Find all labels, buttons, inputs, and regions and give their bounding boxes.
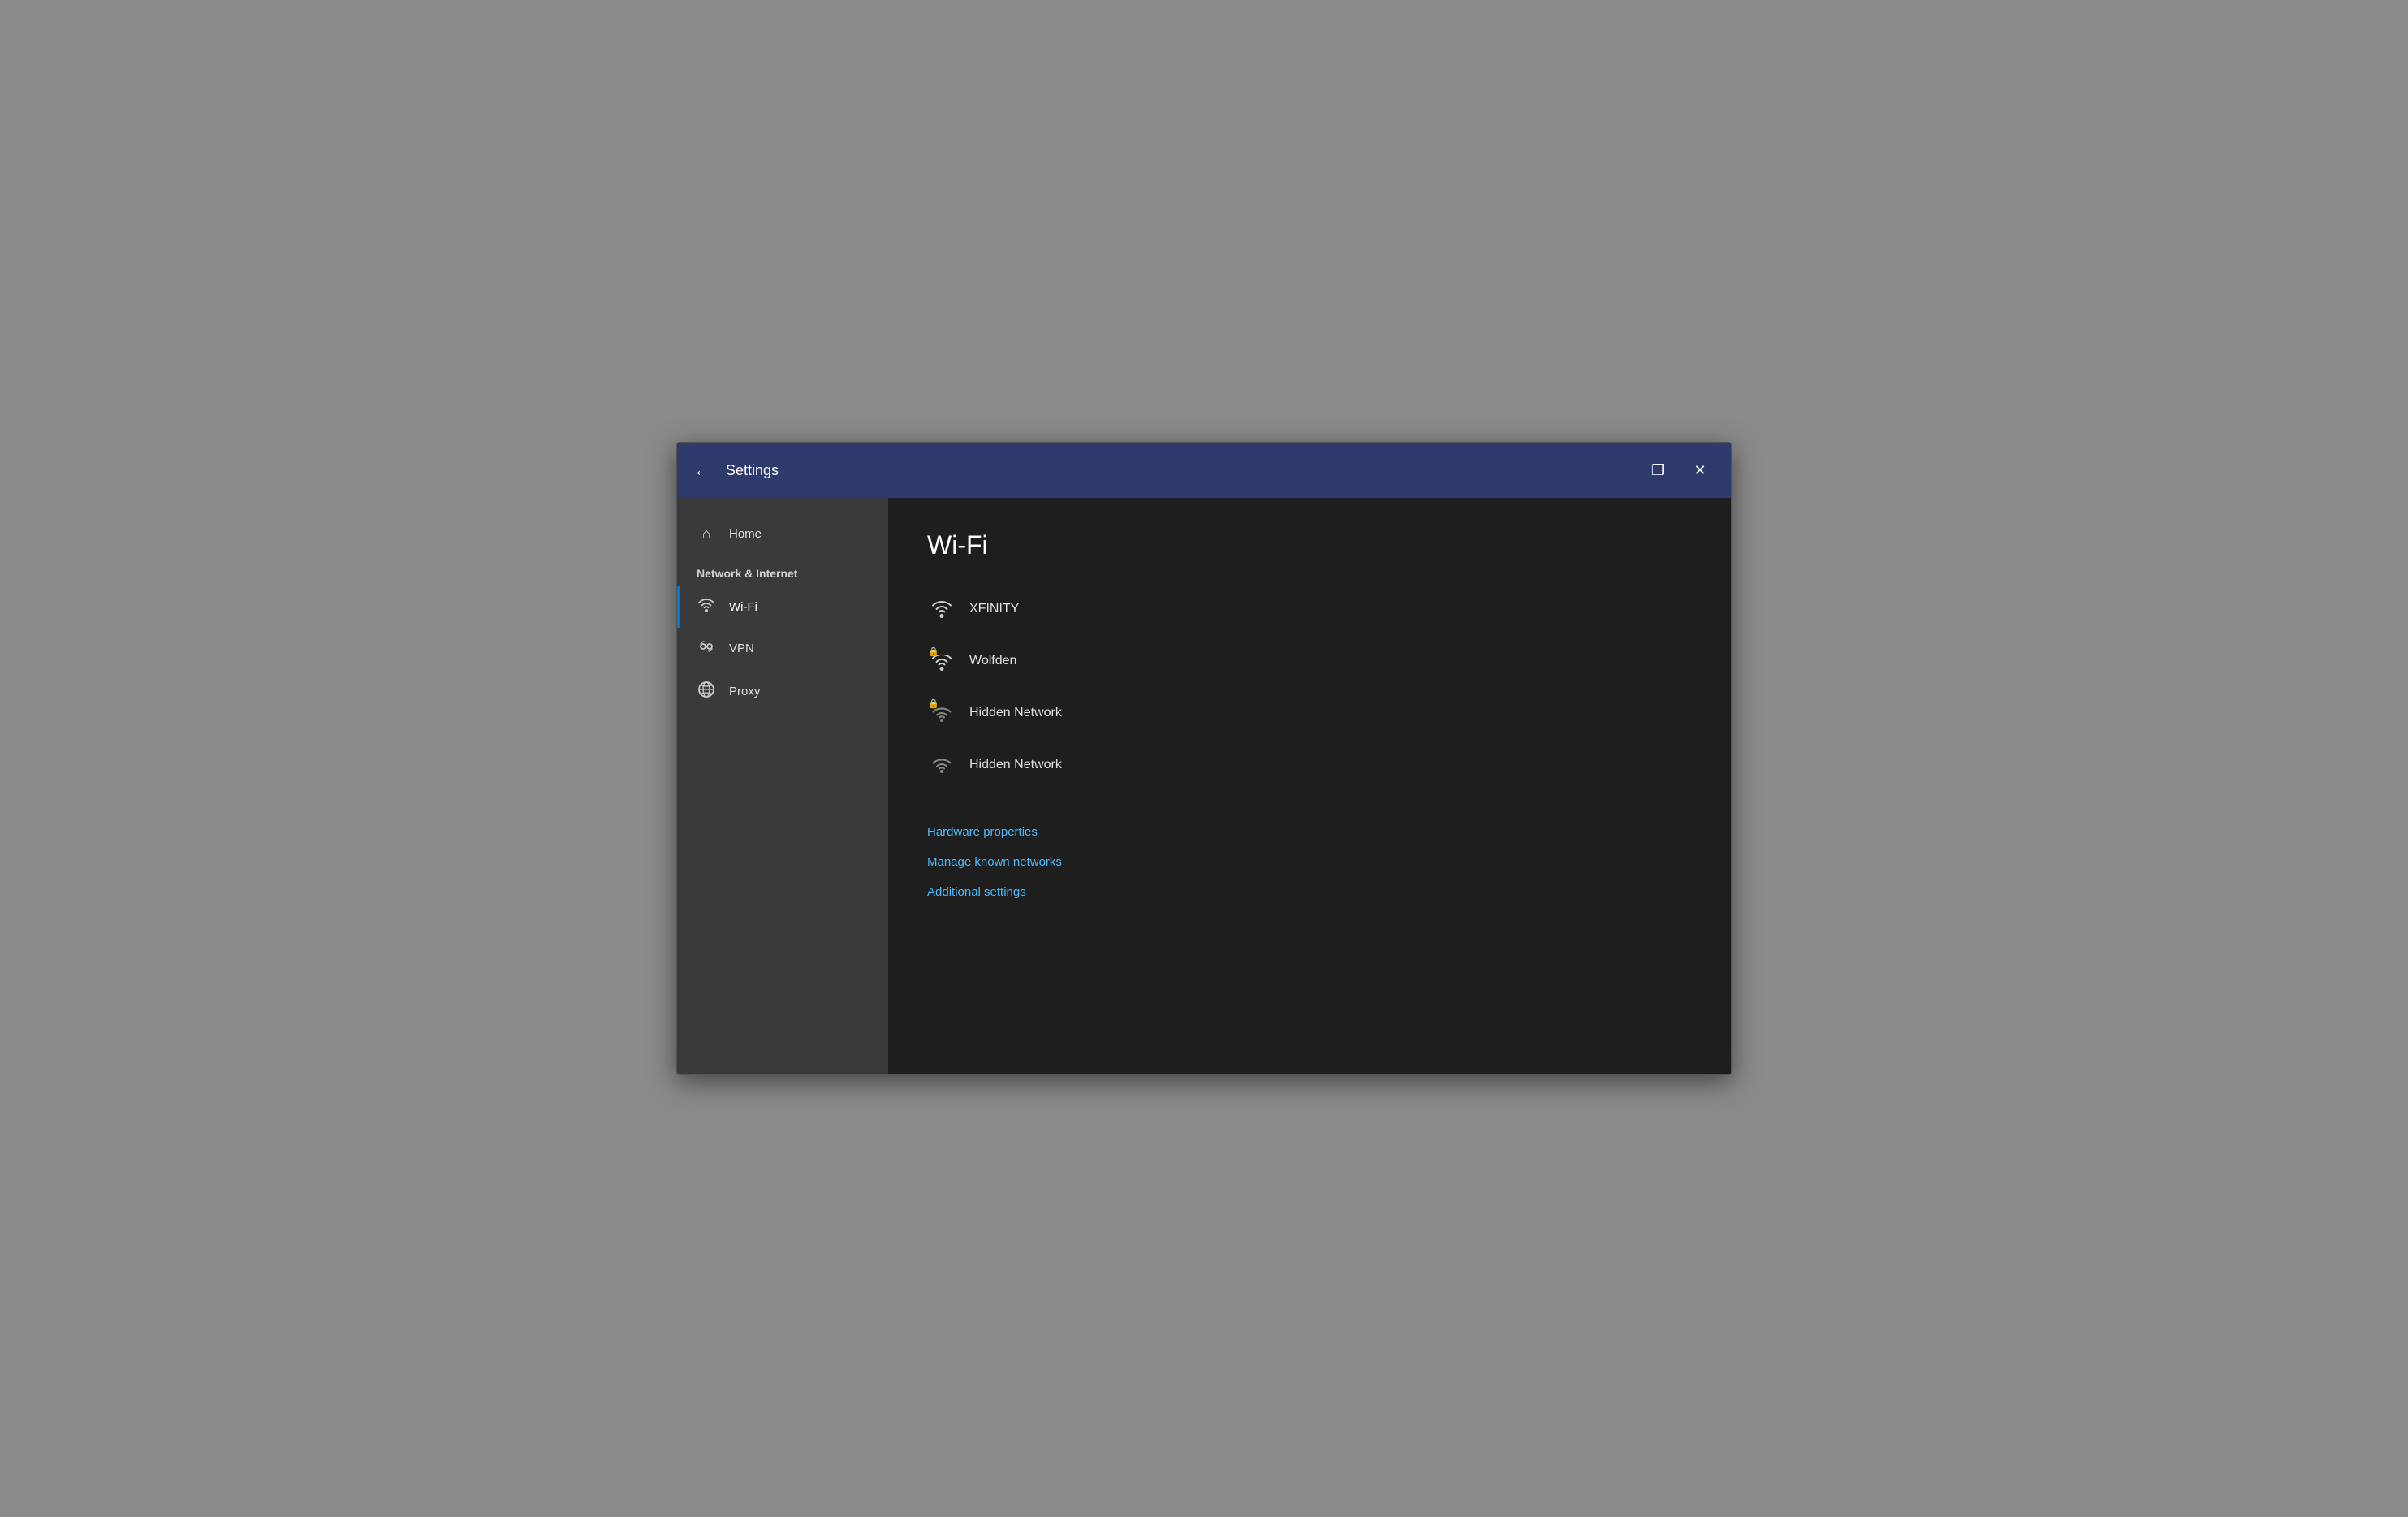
sidebar-item-home[interactable]: ⌂ Home <box>677 514 888 554</box>
network-item-hidden1[interactable]: 🔒 Hidden Network <box>927 687 1692 739</box>
wifi-label: Wi-Fi <box>729 600 757 614</box>
main-content: Wi-Fi XFINITY <box>888 498 1731 1074</box>
content-area: ⌂ Home Network & Internet Wi-Fi <box>677 498 1731 1074</box>
network-icon-xfinity <box>927 594 956 624</box>
home-icon: ⌂ <box>697 525 716 542</box>
network-icon-hidden2 <box>927 750 956 780</box>
wifi-icon <box>697 598 716 616</box>
proxy-label: Proxy <box>729 685 760 698</box>
network-name-hidden2: Hidden Network <box>969 758 1062 772</box>
vpn-icon <box>697 639 716 658</box>
sidebar-section-header: Network & Internet <box>677 554 888 586</box>
home-label: Home <box>729 527 762 541</box>
settings-window: ← Settings ❒ ✕ ⌂ Home Network & Internet <box>676 442 1732 1075</box>
restore-button[interactable]: ❒ <box>1643 456 1672 485</box>
network-item-xfinity[interactable]: XFINITY <box>927 583 1692 635</box>
hardware-properties-link[interactable]: Hardware properties <box>927 817 1692 847</box>
links-section: Hardware properties Manage known network… <box>927 817 1692 907</box>
page-title: Wi-Fi <box>927 530 1692 560</box>
proxy-icon <box>697 681 716 702</box>
lock-icon-wolfden: 🔒 <box>928 646 939 657</box>
sidebar-item-wifi[interactable]: Wi-Fi <box>677 586 888 628</box>
network-item-wolfden[interactable]: 🔒 Wolfden <box>927 635 1692 687</box>
network-icon-wolfden: 🔒 <box>927 646 956 676</box>
network-name-hidden1: Hidden Network <box>969 706 1062 720</box>
network-name-wolfden: Wolfden <box>969 654 1016 668</box>
sidebar-item-vpn[interactable]: VPN <box>677 628 888 669</box>
lock-icon-hidden1: 🔒 <box>928 698 939 709</box>
window-controls: ❒ ✕ <box>1643 456 1715 485</box>
titlebar: ← Settings ❒ ✕ <box>677 443 1731 498</box>
manage-known-networks-link[interactable]: Manage known networks <box>927 847 1692 877</box>
network-name-xfinity: XFINITY <box>969 602 1019 616</box>
back-button[interactable]: ← <box>693 460 711 481</box>
network-icon-hidden1: 🔒 <box>927 698 956 728</box>
vpn-label: VPN <box>729 642 754 655</box>
sidebar-item-proxy[interactable]: Proxy <box>677 669 888 714</box>
network-item-hidden2[interactable]: Hidden Network <box>927 739 1692 791</box>
sidebar: ⌂ Home Network & Internet Wi-Fi <box>677 498 888 1074</box>
network-list: XFINITY 🔒 Wolfden <box>927 583 1692 791</box>
close-button[interactable]: ✕ <box>1685 456 1715 485</box>
additional-settings-link[interactable]: Additional settings <box>927 877 1692 907</box>
window-title: Settings <box>726 462 1643 479</box>
